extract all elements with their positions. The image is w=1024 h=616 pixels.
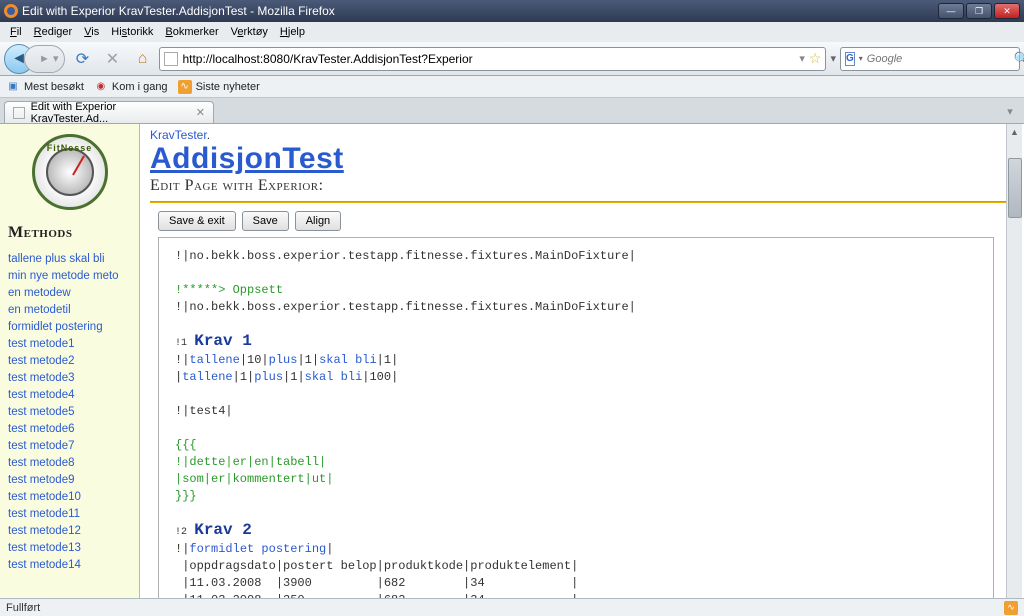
fitnesse-logo: FitNesse [32, 134, 108, 210]
window-title: Edit with Experior KravTester.AddisjonTe… [22, 4, 938, 18]
button-row: Save & exit Save Align [158, 211, 1006, 231]
bookmark-label: Kom i gang [112, 81, 168, 93]
page-title[interactable]: AddisjonTest [150, 142, 1014, 175]
menu-bar: Fil Rediger Vis Historikk Bokmerker Verk… [0, 22, 1024, 42]
method-link[interactable]: test metode9 [4, 471, 135, 488]
methods-heading: Methods [0, 220, 139, 250]
method-link[interactable]: test metode7 [4, 437, 135, 454]
firefox-icon [4, 4, 18, 18]
method-link[interactable]: test metode10 [4, 488, 135, 505]
divider [150, 201, 1014, 203]
home-icon: ⌂ [138, 50, 148, 68]
method-link[interactable]: test metode8 [4, 454, 135, 471]
window-controls: — ❐ ✕ [938, 3, 1020, 19]
method-link[interactable]: test metode5 [4, 403, 135, 420]
bookmark-mest-besokt[interactable]: ▣ Mest besøkt [6, 80, 84, 94]
method-link[interactable]: formidlet postering [4, 318, 135, 335]
method-link[interactable]: test metode4 [4, 386, 135, 403]
method-link[interactable]: test metode13 [4, 539, 135, 556]
tab-icon [13, 107, 25, 119]
menu-fil[interactable]: Fil [4, 24, 28, 40]
content-area: FitNesse Methods tallene plus skal blimi… [0, 124, 1022, 598]
bookmark-label: Mest besøkt [24, 81, 84, 93]
search-input[interactable] [867, 53, 1010, 65]
breadcrumb: KravTester. [150, 124, 1014, 142]
main-panel: KravTester. AddisjonTest Edit Page with … [140, 124, 1022, 598]
stop-icon: ✕ [106, 49, 119, 69]
google-icon: G [845, 52, 855, 66]
url-input[interactable] [182, 52, 795, 66]
rss-icon: ∿ [178, 80, 192, 94]
breadcrumb-parent[interactable]: KravTester [150, 128, 207, 142]
menu-bokmerker[interactable]: Bokmerker [159, 24, 224, 40]
folder-icon: ▣ [6, 80, 20, 94]
start-icon: ◉ [94, 80, 108, 94]
save-button[interactable]: Save [242, 211, 289, 231]
method-link[interactable]: test metode12 [4, 522, 135, 539]
tab-active[interactable]: Edit with Experior KravTester.Ad... ✕ [4, 101, 214, 123]
tab-close-icon[interactable]: ✕ [196, 106, 205, 119]
save-exit-button[interactable]: Save & exit [158, 211, 236, 231]
status-rss-icon[interactable]: ∿ [1004, 601, 1018, 615]
menu-hjelp[interactable]: Hjelp [274, 24, 311, 40]
method-link[interactable]: en metodew [4, 284, 135, 301]
url-dropdown-icon[interactable]: ▾ [830, 52, 836, 65]
feed-icon[interactable]: ▾ [799, 52, 805, 65]
tab-strip: Edit with Experior KravTester.Ad... ✕ ▾ [0, 98, 1024, 124]
method-link[interactable]: test metode3 [4, 369, 135, 386]
method-link[interactable]: min nye metode meto [4, 267, 135, 284]
sidebar: FitNesse Methods tallene plus skal blimi… [0, 124, 140, 598]
bookmarks-toolbar: ▣ Mest besøkt ◉ Kom i gang ∿ Siste nyheter [0, 76, 1024, 98]
bookmark-star-icon[interactable]: ☆ [809, 50, 822, 67]
new-tab-button[interactable]: ▾ [1000, 101, 1020, 121]
page-icon [164, 52, 178, 66]
menu-verktoy[interactable]: Verktøy [225, 24, 274, 40]
status-text: Fullført [6, 602, 40, 614]
home-button[interactable]: ⌂ [129, 46, 155, 72]
bookmark-kom-i-gang[interactable]: ◉ Kom i gang [94, 80, 168, 94]
gauge-needle-icon [72, 155, 85, 175]
stop-button[interactable]: ✕ [99, 46, 125, 72]
method-link[interactable]: en metodetil [4, 301, 135, 318]
minimize-button[interactable]: — [938, 3, 964, 19]
editor-area[interactable]: !|no.bekk.boss.experior.testapp.fitnesse… [158, 237, 994, 598]
align-button[interactable]: Align [295, 211, 341, 231]
close-button[interactable]: ✕ [994, 3, 1020, 19]
bookmark-label: Siste nyheter [196, 81, 260, 93]
method-link[interactable]: test metode1 [4, 335, 135, 352]
bookmark-siste-nyheter[interactable]: ∿ Siste nyheter [178, 80, 260, 94]
nav-toolbar: ◄ ► ▾ ⟳ ✕ ⌂ ▾ ☆ ▾ G ▾ 🔍 [0, 42, 1024, 76]
reload-button[interactable]: ⟳ [69, 46, 95, 72]
search-engine-chevron-icon[interactable]: ▾ [859, 54, 863, 63]
reload-icon: ⟳ [76, 49, 89, 69]
scroll-thumb[interactable] [1008, 158, 1022, 218]
method-link[interactable]: tallene plus skal bli [4, 250, 135, 267]
maximize-button[interactable]: ❐ [966, 3, 992, 19]
menu-rediger[interactable]: Rediger [28, 24, 79, 40]
forward-button[interactable]: ► ▾ [24, 45, 65, 73]
page-subtitle: Edit Page with Experior: [150, 175, 1014, 201]
status-bar: Fullført ∿ [0, 598, 1024, 616]
search-icon[interactable]: 🔍 [1014, 51, 1024, 67]
menu-vis[interactable]: Vis [78, 24, 105, 40]
window-titlebar: Edit with Experior KravTester.AddisjonTe… [0, 0, 1024, 22]
scroll-up-icon[interactable]: ▲ [1007, 124, 1022, 140]
method-link[interactable]: test metode2 [4, 352, 135, 369]
scrollbar-vertical[interactable]: ▲ [1006, 124, 1022, 598]
search-bar[interactable]: G ▾ 🔍 [840, 47, 1020, 71]
tab-label: Edit with Experior KravTester.Ad... [31, 101, 190, 125]
method-list: tallene plus skal blimin nye metode meto… [0, 250, 139, 573]
menu-historikk[interactable]: Historikk [105, 24, 159, 40]
logo-text: FitNesse [47, 143, 93, 153]
method-link[interactable]: test metode14 [4, 556, 135, 573]
method-link[interactable]: test metode11 [4, 505, 135, 522]
method-link[interactable]: test metode6 [4, 420, 135, 437]
url-bar[interactable]: ▾ ☆ [159, 47, 826, 71]
